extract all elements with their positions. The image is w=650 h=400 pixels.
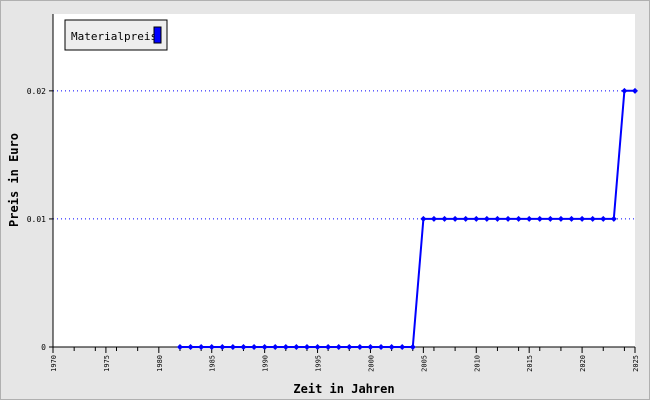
plot-area [53,14,635,347]
x-tick-label: 1995 [315,355,323,372]
y-axis-label: Preis in Euro [7,133,21,227]
x-tick-label: 2000 [367,355,375,372]
x-tick-label: 2010 [473,355,481,372]
x-tick-label: 2020 [579,355,587,372]
y-tick-label: 0.02 [27,87,46,96]
x-tick-label: 1970 [50,355,58,372]
x-tick-label: 2005 [420,355,428,372]
x-axis-label: Zeit in Jahren [293,382,394,396]
legend-label: Materialpreis [71,30,157,43]
x-tick-label: 1980 [156,355,164,372]
x-tick-label: 1975 [103,355,111,372]
chart: 1970 1975 1980 1985 1990 1995 2000 2005 2010 2015… [0,0,650,400]
legend: Materialpreis [64,19,168,51]
x-tick-label: 1990 [262,355,270,372]
x-tick-label: 2015 [526,355,534,372]
price-line-chart: 1970 1975 1980 1985 1990 1995 2000 2005 2010 2015… [0,0,650,400]
y-tick-label: 0 [41,343,46,352]
legend-swatch [153,26,162,44]
x-tick-label: 2025 [632,355,640,372]
y-tick-label: 0.01 [27,215,46,224]
x-tick-label: 1985 [209,355,217,372]
